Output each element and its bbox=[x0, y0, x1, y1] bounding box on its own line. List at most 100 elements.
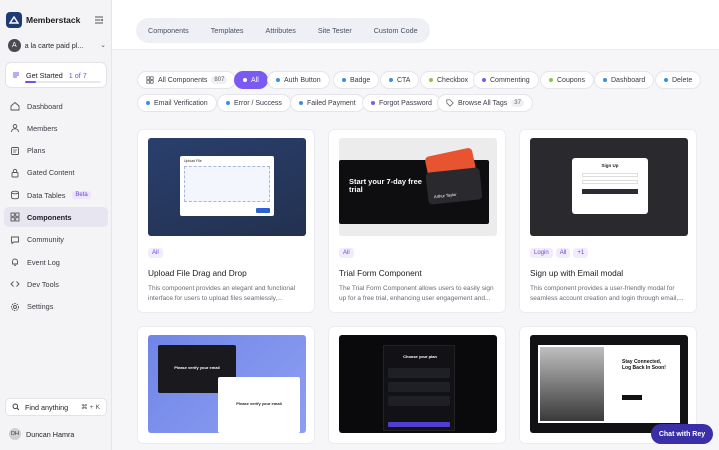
filter-chip-all-components[interactable]: All Components 807 bbox=[137, 71, 237, 89]
tab-components[interactable]: Components bbox=[148, 26, 189, 35]
plans-icon bbox=[11, 146, 19, 155]
sidebar-item-label: Community bbox=[27, 235, 64, 245]
tag-badge: All bbox=[148, 248, 163, 258]
sidebar-item-components[interactable]: Components bbox=[4, 207, 108, 228]
filter-chip-label: CTA bbox=[397, 76, 411, 84]
card-title: Sign up with Email modal bbox=[530, 268, 624, 278]
tag-color-dot bbox=[243, 78, 247, 82]
sidebar-item-data-tables[interactable]: Data Tables Beta bbox=[4, 185, 108, 205]
card-thumbnail: Choose your plan bbox=[339, 335, 497, 433]
filter-chip-label: Email Verification bbox=[154, 99, 208, 107]
tag-color-dot bbox=[603, 78, 607, 82]
tag-badge: Login bbox=[530, 248, 553, 258]
sidebar-item-community[interactable]: Community bbox=[4, 230, 108, 250]
card-tags: Login All +1 bbox=[530, 248, 589, 258]
filter-chip-label: Auth Button bbox=[284, 76, 321, 84]
sidebar-item-gated-content[interactable]: Gated Content bbox=[4, 163, 108, 183]
user-profile[interactable]: DH Duncan Hamra bbox=[9, 428, 74, 440]
filter-chip-commenting[interactable]: Commenting bbox=[473, 71, 539, 89]
users-icon bbox=[11, 124, 19, 133]
filter-chip-label: All Components bbox=[158, 76, 208, 84]
get-started-label: Get Started bbox=[26, 70, 63, 80]
filter-chip-error-success[interactable]: Error / Success bbox=[217, 94, 291, 112]
find-shortcut: ⌘ + K bbox=[80, 404, 100, 411]
home-icon bbox=[10, 101, 20, 111]
component-card[interactable]: Upload File All Upload File Drag and Dro… bbox=[137, 129, 315, 313]
workspace-switcher[interactable]: A a la carte paid pl... ⌄ bbox=[8, 37, 106, 53]
filter-chip-all[interactable]: All bbox=[234, 71, 268, 89]
component-card[interactable]: Sign Up Login All +1 Sign up with Email … bbox=[519, 129, 697, 313]
avatar: DH bbox=[9, 428, 21, 440]
sidebar-item-plans[interactable]: Plans bbox=[4, 141, 108, 161]
tab-site-tester[interactable]: Site Tester bbox=[318, 26, 352, 35]
card-description: This component provides an elegant and f… bbox=[148, 285, 296, 303]
lock-icon bbox=[11, 168, 19, 178]
sidebar-item-dashboard[interactable]: Dashboard bbox=[4, 96, 108, 116]
tab-templates[interactable]: Templates bbox=[211, 26, 244, 35]
sidebar: Memberstack A a la carte paid pl... ⌄ Ge… bbox=[0, 0, 112, 450]
filter-chip-failed-payment[interactable]: Failed Payment bbox=[290, 94, 365, 112]
filter-chip-coupons[interactable]: Coupons bbox=[540, 71, 595, 89]
sidebar-item-dev-tools[interactable]: Dev Tools bbox=[4, 274, 108, 294]
tab-custom-code[interactable]: Custom Code bbox=[374, 26, 418, 35]
get-started-progress bbox=[25, 81, 101, 83]
tag-icon bbox=[446, 99, 454, 107]
get-started-count: 1 of 7 bbox=[68, 70, 87, 80]
sidebar-item-event-log[interactable]: Event Log bbox=[4, 252, 108, 272]
filter-chip-label: Coupons bbox=[557, 76, 586, 84]
find-anything-button[interactable]: Find anything ⌘ + K bbox=[5, 398, 107, 416]
tab-attributes[interactable]: Attributes bbox=[266, 26, 296, 35]
sidebar-item-label: Components bbox=[27, 212, 72, 222]
sidebar-item-label: Settings bbox=[27, 302, 54, 312]
tag-color-dot bbox=[226, 101, 230, 105]
tag-badge: All bbox=[339, 248, 354, 258]
filter-chip-label: Delete bbox=[672, 76, 693, 84]
filter-count: 807 bbox=[211, 76, 228, 84]
filter-chip-label: All bbox=[251, 76, 259, 84]
tag-color-dot bbox=[429, 78, 433, 82]
component-card[interactable]: Please verify your email Please verify y… bbox=[137, 326, 315, 444]
sidebar-item-label: Members bbox=[27, 123, 58, 133]
filter-chip-label: Commenting bbox=[490, 76, 530, 84]
filter-chip-checkbox[interactable]: Checkbox bbox=[420, 71, 478, 89]
card-description: This component provides a user-friendly … bbox=[530, 285, 684, 303]
component-card[interactable]: Start your 7-day free trial Arthur Taylor… bbox=[328, 129, 506, 313]
filter-chip-badge[interactable]: Badge bbox=[333, 71, 380, 89]
list-icon bbox=[13, 72, 19, 78]
filter-chip-cta[interactable]: CTA bbox=[380, 71, 420, 89]
card-thumbnail: Please verify your email Please verify y… bbox=[148, 335, 306, 433]
brand-name: Memberstack bbox=[26, 15, 81, 25]
collapse-sidebar-icon[interactable] bbox=[94, 15, 104, 25]
user-name: Duncan Hamra bbox=[26, 429, 75, 439]
filter-chip-label: Error / Success bbox=[234, 99, 282, 107]
code-icon bbox=[10, 281, 20, 288]
tag-color-dot bbox=[664, 78, 668, 82]
chat-with-rey-button[interactable]: Chat with Rey bbox=[651, 424, 713, 444]
filter-chip-label: Dashboard bbox=[611, 76, 646, 84]
filter-chip-label: Browse All Tags bbox=[458, 99, 508, 107]
filter-chip-forgot-password[interactable]: Forgot Password bbox=[362, 94, 441, 112]
tag-color-dot bbox=[146, 101, 150, 105]
beta-badge: Beta bbox=[72, 191, 91, 200]
component-card[interactable]: Choose your plan bbox=[328, 326, 506, 444]
filter-chip-auth-button[interactable]: Auth Button bbox=[267, 71, 330, 89]
sidebar-item-members[interactable]: Members bbox=[4, 118, 108, 138]
workspace-name: a la carte paid pl... bbox=[24, 40, 84, 50]
tag-color-dot bbox=[482, 78, 486, 82]
sidebar-item-settings[interactable]: Settings bbox=[4, 297, 108, 317]
card-title: Upload File Drag and Drop bbox=[148, 268, 247, 278]
filter-chip-dashboard[interactable]: Dashboard bbox=[594, 71, 655, 89]
search-icon bbox=[12, 403, 20, 411]
filter-chip-label: Failed Payment bbox=[307, 99, 356, 107]
sidebar-item-label: Data Tables bbox=[27, 190, 66, 200]
tag-color-dot bbox=[342, 78, 346, 82]
brand[interactable]: Memberstack bbox=[6, 12, 80, 28]
filter-chip-delete[interactable]: Delete bbox=[655, 71, 702, 89]
get-started-widget[interactable]: Get Started 1 of 7 bbox=[5, 62, 107, 88]
tag-badge: All bbox=[555, 248, 571, 258]
filter-chip-browse-all-tags[interactable]: Browse All Tags 37 bbox=[437, 94, 533, 112]
sidebar-nav: Dashboard Members Plans Gated Content Data T… bbox=[4, 96, 108, 319]
sidebar-item-label: Dev Tools bbox=[27, 279, 59, 289]
filter-chip-email-verification[interactable]: Email Verification bbox=[137, 94, 217, 112]
tag-color-dot bbox=[371, 101, 375, 105]
